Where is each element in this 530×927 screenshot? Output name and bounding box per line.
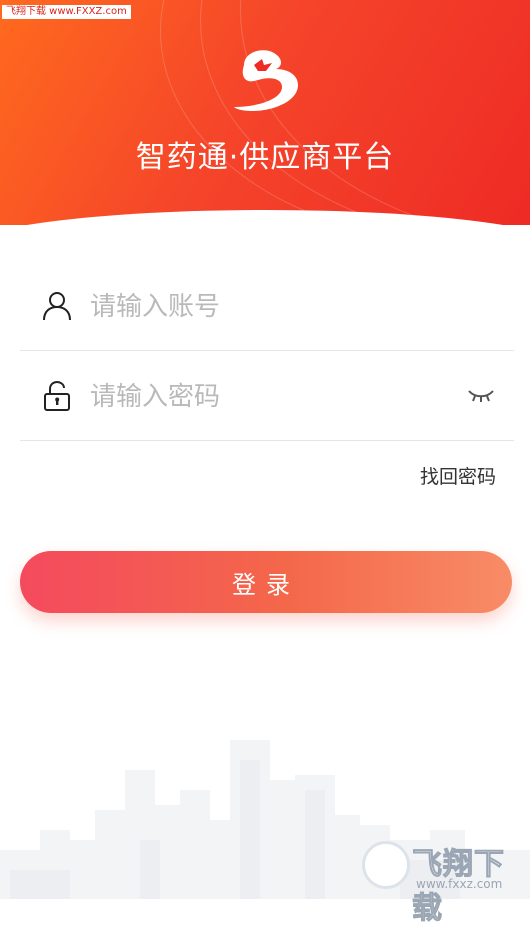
watermark-logo-icon [362,841,410,889]
account-field [20,262,514,351]
password-field [20,352,514,441]
account-input[interactable] [88,280,452,334]
watermark-url: www.fxxz.com [416,877,503,891]
watermark-bottom: 飞翔下载 www.fxxz.com [362,839,524,927]
user-icon [43,292,71,321]
eye-closed-icon[interactable] [466,384,496,406]
watermark-top: 飞翔下载 www.FXXZ.com [2,5,131,19]
app-logo-icon [234,50,298,111]
app-title: 智药通·供应商平台 [135,140,395,175]
password-input[interactable] [88,370,452,424]
lock-icon [44,380,70,411]
login-button[interactable]: 登录 [20,551,512,613]
forgot-password-link[interactable]: 找回密码 [420,462,496,489]
